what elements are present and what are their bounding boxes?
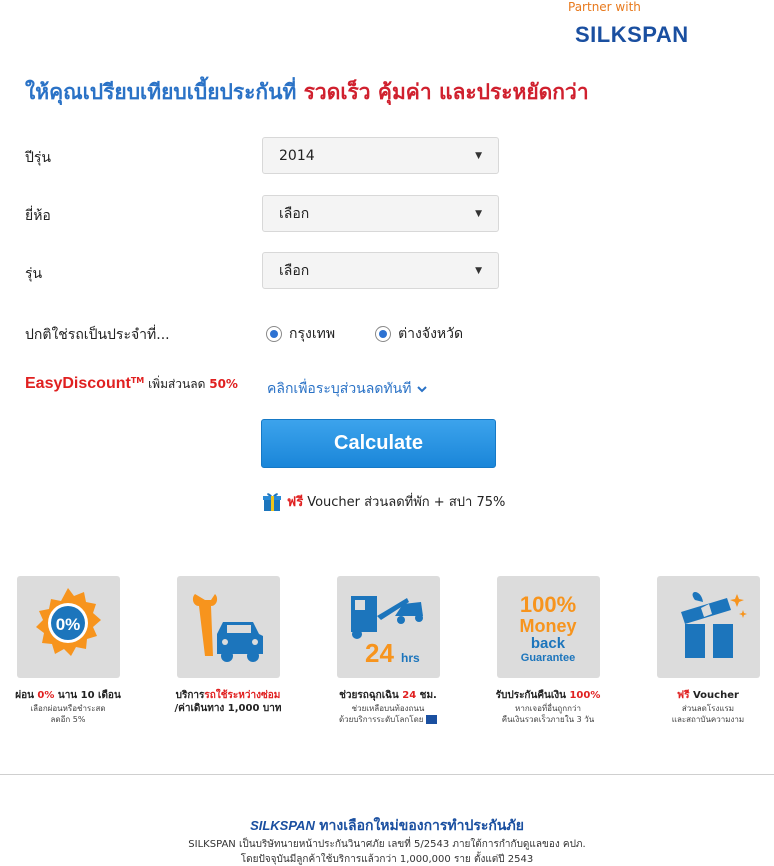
easy-discount-text: เพิ่มส่วนลด xyxy=(148,377,206,391)
footer-line2: โดยปัจจุบันมีลูกค้าใช้บริการแล้วกว่า 1,0… xyxy=(240,854,534,865)
footer-line1: SILKSPAN เป็นบริษัทนายหน้าประกันวินาศภัย… xyxy=(188,839,586,850)
voucher-promo: ฟรี Voucher ส่วนลดที่พัก + สปา 75% xyxy=(261,490,505,512)
feature-sub2: และสถาบันความงาม xyxy=(671,714,745,724)
footer-tagline: ทางเลือกใหม่ของการทำประกันภัย xyxy=(319,818,524,834)
feature-title-red: 0% xyxy=(37,690,55,701)
feature-sub2: คืนเงินรวดเร็วภายใน 3 วัน xyxy=(501,714,595,724)
feature-title: ผ่อน 0% นาน 10 เดือน xyxy=(0,690,148,703)
feature-title-pre: รับประกันคืนเงิน xyxy=(495,690,570,701)
model-value: เลือก xyxy=(279,262,310,279)
feature-title-line2: /ค่าเดินทาง 1,000 บาท xyxy=(174,702,282,714)
feature-title-red: ฟรี xyxy=(677,690,690,701)
chevron-down-icon xyxy=(417,386,427,393)
footer-divider xyxy=(0,774,774,775)
voucher-text: Voucher ส่วนลดที่พัก + สปา 75% xyxy=(307,494,506,510)
radio-selected-icon[interactable] xyxy=(375,326,392,342)
feature-sub1: ส่วนลดโรงแรม xyxy=(681,703,735,713)
easy-discount-link[interactable]: คลิกเพื่อระบุส่วนลดทันที xyxy=(267,378,428,400)
radio-upcountry[interactable]: ต่างจังหวัด xyxy=(375,323,463,345)
silkspan-logo[interactable]: SILKSPAN xyxy=(575,22,689,48)
feature-title: ช่วยรถฉุกเฉิน 24 ชม. xyxy=(308,690,468,703)
feature-title-pre: ผ่อน xyxy=(15,690,38,701)
feature-title-red: รถใช้ระหว่างซ่อม xyxy=(204,690,281,701)
feature-sub2: ด้วยบริการระดับโลกโดย xyxy=(338,714,424,724)
feature-roadside: 24 hrs ช่วยรถฉุกเฉิน 24 ชม. ช่วยเหลือบนท… xyxy=(308,576,468,725)
feature-sub1: หากเจอที่อื่นถูกกว่า xyxy=(515,703,581,713)
feature-tile: 24 hrs xyxy=(336,576,440,678)
feature-title: ฟรี Voucher xyxy=(628,690,774,703)
tile-back: back xyxy=(530,635,565,652)
feature-title-post: ชม. xyxy=(416,690,437,701)
chevron-down-icon: ▼ xyxy=(475,150,482,161)
headline-part1: ให้คุณเปรียบเทียบเบี้ยประกันที่ xyxy=(25,80,297,104)
axa-logo-icon xyxy=(426,714,438,724)
radio-upcountry-label: ต่างจังหวัด xyxy=(398,326,464,342)
radio-selected-icon[interactable] xyxy=(266,326,282,342)
feature-title: บริการรถใช้ระหว่างซ่อม /ค่าเดินทาง 1,000… xyxy=(148,690,308,715)
feature-replacement-car: บริการรถใช้ระหว่างซ่อม /ค่าเดินทาง 1,000… xyxy=(148,576,308,715)
year-label: ปีรุ่น xyxy=(25,150,51,166)
tile-money: Money xyxy=(519,616,576,636)
feature-title-pre: บริการ xyxy=(175,690,205,701)
feature-sub2: ลดอีก 5% xyxy=(50,714,86,724)
features-row: 0% ผ่อน 0% นาน 10 เดือน เลือกผ่อนหรือชำร… xyxy=(0,576,774,736)
feature-title-post: นาน 10 เดือน xyxy=(54,690,121,701)
feature-money-back: 100% Money back Guarantee รับประกันคืนเง… xyxy=(468,576,628,725)
make-select[interactable]: เลือก ▼ xyxy=(262,195,499,232)
feature-title-red: 100% xyxy=(569,690,601,701)
feature-tile xyxy=(176,576,280,678)
feature-title-pre: ช่วยรถฉุกเฉิน xyxy=(339,690,403,701)
tile-label-24: 24 xyxy=(365,638,394,668)
gift-icon xyxy=(263,493,281,511)
tile-label: 0% xyxy=(55,615,80,634)
model-label: รุ่น xyxy=(25,266,43,282)
feature-sub1: ช่วยเหลือบนท้องถนน xyxy=(351,703,425,713)
feature-tile: 0% xyxy=(16,576,120,678)
feature-free-voucher: ฟรี Voucher ส่วนลดโรงแรม และสถาบันความงา… xyxy=(628,576,774,725)
easy-discount-link-label: คลิกเพื่อระบุส่วนลดทันที xyxy=(267,381,412,397)
car-wrench-icon xyxy=(192,594,263,662)
usage-label: ปกติใช่รถเป็นประจำที่... xyxy=(25,327,170,343)
radio-bangkok-label: กรุงเทพ xyxy=(289,326,336,342)
gift-box-icon xyxy=(680,592,747,658)
easy-discount-percent: 50% xyxy=(209,377,238,391)
easy-discount-logo: EasyDiscount xyxy=(25,375,131,392)
footer-logo: SILKSPAN xyxy=(250,818,315,833)
year-value: 2014 xyxy=(279,147,315,164)
tow-truck-24hrs-icon: 24 hrs xyxy=(350,596,423,668)
model-select[interactable]: เลือก ▼ xyxy=(262,252,499,289)
tile-guarantee: Guarantee xyxy=(520,652,574,664)
trademark: TM xyxy=(130,376,145,385)
make-value: เลือก xyxy=(279,205,310,222)
headline-part2: รวดเร็ว คุ้มค่า และประหยัดกว่า xyxy=(303,80,589,104)
feature-title: รับประกันคืนเงิน 100% xyxy=(468,690,628,703)
voucher-free: ฟรี xyxy=(287,494,304,510)
chevron-down-icon: ▼ xyxy=(475,208,482,219)
radio-bangkok[interactable]: กรุงเทพ xyxy=(266,323,335,345)
usage-radio-group: กรุงเทพ ต่างจังหวัด xyxy=(266,323,463,345)
feature-title-post: Voucher xyxy=(689,690,739,701)
zero-percent-badge-icon: 0% xyxy=(35,588,101,656)
feature-sub1: เลือกผ่อนหรือชำระสด xyxy=(30,703,106,713)
feature-installment: 0% ผ่อน 0% นาน 10 เดือน เลือกผ่อนหรือชำร… xyxy=(0,576,148,725)
tile-label-hrs: hrs xyxy=(401,651,420,665)
feature-sub2-row: ด้วยบริการระดับโลกโดย xyxy=(308,714,468,725)
make-label: ยี่ห้อ xyxy=(25,208,51,224)
feature-tile: 100% Money back Guarantee xyxy=(496,576,600,678)
feature-tile xyxy=(656,576,760,678)
money-back-guarantee-icon: 100% Money back Guarantee xyxy=(519,592,576,664)
tile-100: 100% xyxy=(519,592,575,617)
footer-brand: SILKSPAN ทางเลือกใหม่ของการทำประกันภัย xyxy=(0,815,774,837)
calculate-button[interactable]: Calculate xyxy=(261,419,496,468)
feature-title-red: 24 xyxy=(402,690,417,701)
partner-caption: Partner with xyxy=(568,0,641,14)
chevron-down-icon: ▼ xyxy=(475,265,482,276)
page-headline: ให้คุณเปรียบเทียบเบี้ยประกันที่ รวดเร็ว … xyxy=(25,76,589,109)
year-select[interactable]: 2014 ▼ xyxy=(262,137,499,174)
easy-discount-banner: EasyDiscountTM เพิ่มส่วนลด 50% xyxy=(25,375,238,394)
